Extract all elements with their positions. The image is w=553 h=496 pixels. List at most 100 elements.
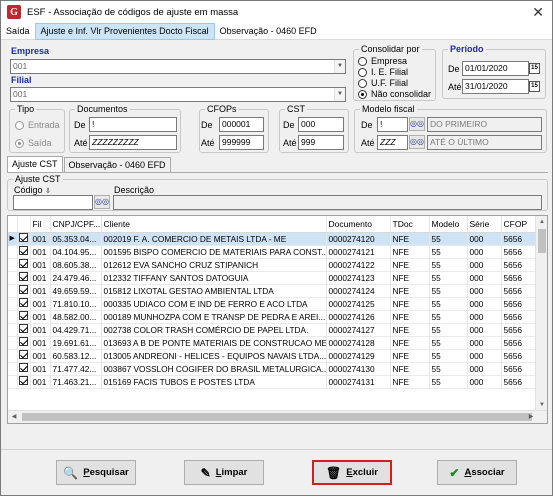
table-row[interactable]: 001 08.605.38... 012612 EVA SANCHO CRUZ ST… (8, 258, 537, 272)
modelo-de-input[interactable]: ! (377, 117, 408, 132)
table-row[interactable]: 001 24.479.46... 012332 TIFFANY SANTOS DAT… (8, 271, 537, 285)
column-header-cliente[interactable]: Cliente (101, 216, 327, 233)
row-checkbox[interactable] (17, 323, 31, 337)
checkbox-checked-icon (19, 337, 28, 347)
binoculars-icon[interactable]: ◎◎ (409, 117, 425, 131)
cst-de-input[interactable]: 000 (298, 117, 344, 132)
row-checkbox[interactable] (17, 362, 31, 376)
column-header-check[interactable] (17, 216, 31, 233)
excluir-label: xcluir (352, 467, 378, 478)
cst-label: CST (285, 104, 307, 114)
cfops-ate-input[interactable]: 999999 (219, 135, 264, 150)
row-checkbox[interactable] (17, 297, 31, 311)
horizontal-scrollbar[interactable]: ◀ ▶ (8, 410, 547, 423)
table-row[interactable]: ▶ 001 05.353.04... 002019 F. A. COMERCIO DE… (8, 232, 537, 246)
binoculars-icon[interactable]: ◎◎ (94, 195, 110, 209)
tab-ajuste-cst[interactable]: Ajuste CST (7, 156, 63, 172)
chevron-down-icon[interactable]: ▼ (334, 88, 345, 101)
calendar-icon[interactable]: 15 (529, 81, 540, 92)
documentos-de-input[interactable]: ! (89, 117, 177, 132)
cell-cnpj: 48.582.00... (50, 310, 102, 324)
checkbox-checked-icon (19, 272, 28, 282)
documentos-ate-input[interactable]: ZZZZZZZZZ (89, 135, 177, 150)
table-row[interactable]: 001 71.810.10... 000335 UDIACO COM E IND D… (8, 297, 537, 311)
cell-cliente: 002019 F. A. COMERCIO DE METAIS LTDA - M… (101, 232, 327, 246)
cfops-label: CFOPs (205, 104, 239, 114)
menu-item-ajuste[interactable]: Ajuste e Inf. Vlr Provenientes Docto Fis… (34, 22, 215, 40)
table-row[interactable]: 001 04.429.71... 002738 COLOR TRASH COMÉRC… (8, 323, 537, 337)
row-indicator (8, 375, 18, 389)
cell-cnpj: 05.353.04... (50, 232, 102, 246)
pesquisar-button[interactable]: 🔍 Pesquisar (56, 460, 136, 485)
checkbox-checked-icon (19, 246, 28, 256)
scroll-thumb[interactable] (538, 229, 546, 253)
cell-documento: 0000274122 (326, 258, 391, 272)
cell-cnpj: 71.810.10... (50, 297, 102, 311)
row-indicator (8, 284, 18, 298)
column-header-tdoc[interactable]: TDoc (390, 216, 430, 233)
cell-serie: 000 (467, 232, 502, 246)
row-checkbox[interactable] (17, 349, 31, 363)
radio-tipo-saida[interactable]: Saída (15, 138, 52, 148)
periodo-de-input[interactable]: 01/01/2020 (462, 61, 529, 76)
empresa-combo[interactable]: 001 ▼ (10, 59, 346, 74)
table-row[interactable]: 001 60.583.12... 013005 ANDREONI - HELICES… (8, 349, 537, 363)
column-header-cnpj[interactable]: CNPJ/CPF... (50, 216, 102, 233)
filial-combo[interactable]: 001 ▼ (10, 87, 346, 102)
radio-consolidar-uf-filial[interactable]: U.F. Filial (358, 78, 408, 88)
cell-modelo: 55 (429, 232, 468, 246)
periodo-ate-input[interactable]: 31/01/2020 (462, 79, 529, 94)
cell-modelo: 55 (429, 323, 468, 337)
limpar-button[interactable]: ✎ Limpar (184, 460, 264, 485)
vertical-scrollbar[interactable]: ▲ ▼ (535, 216, 547, 411)
tab-divider (7, 172, 548, 173)
row-checkbox[interactable] (17, 245, 31, 259)
cell-cfop: 5656 (501, 375, 537, 389)
cell-serie: 000 (467, 349, 502, 363)
column-header-documento[interactable]: Documento (326, 216, 391, 233)
cell-documento: 0000274126 (326, 310, 391, 324)
scroll-left-icon[interactable]: ◀ (8, 411, 20, 423)
row-checkbox[interactable] (17, 232, 31, 246)
tab-observacao[interactable]: Observação - 0460 EFD (63, 157, 171, 172)
table-row[interactable]: 001 71.477.42... 003867 VOSSLOH COGIFER DO… (8, 362, 537, 376)
radio-consolidar-ie-filial[interactable]: I. E. Filial (358, 67, 408, 77)
row-checkbox[interactable] (17, 271, 31, 285)
radio-consolidar-empresa[interactable]: Empresa (358, 56, 407, 66)
cst-ate-input[interactable]: 999 (298, 135, 344, 150)
scroll-right-icon[interactable]: ▶ (525, 411, 537, 423)
table-row[interactable]: 001 04.104.95... 001595 BISPO COMERCIO DE … (8, 245, 537, 259)
table-row[interactable]: 001 48.582.00... 000189 MUNHOZPA COM E TRA… (8, 310, 537, 324)
table-row[interactable]: 001 49.659.59... 015812 LIXOTAL GESTAO AMB… (8, 284, 537, 298)
excluir-button[interactable]: 🗑 Excluir (312, 460, 392, 485)
column-header-cfop[interactable]: CFOP (501, 216, 537, 233)
row-checkbox[interactable] (17, 284, 31, 298)
row-indicator (8, 349, 18, 363)
menu-item-observacao[interactable]: Observação - 0460 EFD (215, 23, 322, 40)
radio-label: U.F. Filial (371, 78, 409, 88)
table-row[interactable]: 001 19.691.61... 013693 A B DE PONTE MATER… (8, 336, 537, 350)
codigo-input[interactable] (13, 195, 93, 210)
row-checkbox[interactable] (17, 310, 31, 324)
radio-consolidar-nao[interactable]: Não consolidar (358, 89, 431, 99)
scroll-up-icon[interactable]: ▲ (536, 216, 547, 228)
scroll-thumb[interactable] (22, 413, 532, 421)
cell-modelo: 55 (429, 349, 468, 363)
row-checkbox[interactable] (17, 375, 31, 389)
close-icon[interactable]: ✕ (532, 4, 544, 21)
column-header-modelo[interactable]: Modelo (429, 216, 468, 233)
calendar-icon[interactable]: 15 (529, 63, 540, 74)
radio-tipo-entrada[interactable]: Entrada (15, 120, 60, 130)
table-row[interactable]: 001 71.463.21... 015169 FACIS TUBOS E POST… (8, 375, 537, 389)
row-checkbox[interactable] (17, 336, 31, 350)
modelo-ate-input[interactable]: ZZZ (377, 135, 408, 150)
binoculars-icon[interactable]: ◎◎ (409, 135, 425, 149)
chevron-down-icon[interactable]: ▼ (334, 60, 345, 73)
cfops-de-input[interactable]: 000001 (219, 117, 264, 132)
row-checkbox[interactable] (17, 258, 31, 272)
column-header-fil[interactable]: Fil (30, 216, 51, 233)
menu-item-saida[interactable]: Saída (1, 23, 35, 40)
cell-cfop: 5656 (501, 297, 537, 311)
column-header-serie[interactable]: Série (467, 216, 502, 233)
associar-button[interactable]: ✔ Associar (437, 460, 517, 485)
